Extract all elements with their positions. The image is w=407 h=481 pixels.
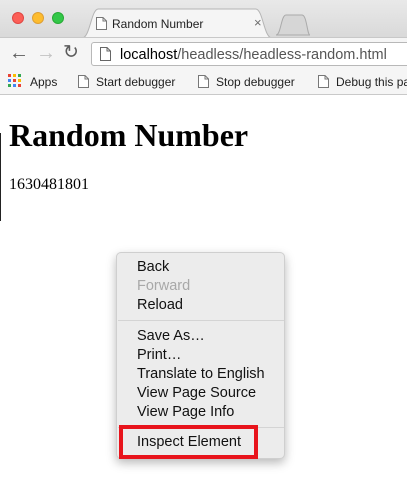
random-number-value: 1630481801 (9, 176, 89, 193)
tab-title: Random Number (112, 17, 204, 31)
url-text[interactable]: localhost/headless/headless-random.html (120, 47, 387, 63)
menu-item-back[interactable]: Back (137, 259, 169, 275)
page-icon (198, 75, 209, 88)
page-edge-line (0, 133, 1, 221)
page-icon (96, 17, 107, 30)
menu-item-view-page-info[interactable]: View Page Info (137, 404, 234, 420)
bookmarks-bar: Apps Start debugger Stop debugger Debug … (0, 70, 407, 95)
bookmark-label: Stop debugger (216, 75, 295, 89)
bookmark-label: Start debugger (96, 75, 176, 89)
menu-item-view-page-source[interactable]: View Page Source (137, 385, 256, 401)
menu-item-forward: Forward (137, 278, 191, 294)
reload-icon[interactable]: ↻ (63, 43, 79, 63)
title-bar: Random Number × (0, 0, 407, 38)
apps-grid-icon (8, 74, 22, 88)
page-icon (318, 75, 329, 88)
menu-item-reload[interactable]: Reload (137, 297, 183, 313)
bookmark-label: Debug this pa (336, 75, 407, 89)
page-icon (100, 47, 111, 61)
menu-item-translate[interactable]: Translate to English (137, 366, 265, 382)
window-close-button[interactable] (12, 12, 24, 24)
tab-random-number[interactable]: Random Number × (82, 8, 272, 38)
window-minimize-button[interactable] (32, 12, 44, 24)
menu-separator (118, 320, 284, 321)
new-tab-button[interactable] (276, 14, 310, 36)
back-icon[interactable]: ← (9, 43, 29, 63)
forward-icon[interactable]: → (36, 43, 56, 63)
window-zoom-button[interactable] (52, 12, 64, 24)
close-tab-icon[interactable]: × (254, 15, 262, 30)
url-host: localhost (120, 47, 178, 63)
navigation-toolbar: ← → ↻ localhost/headless/headless-random… (0, 37, 407, 70)
page-heading: Random Number (9, 117, 249, 153)
menu-item-save-as[interactable]: Save As… (137, 328, 205, 344)
page-icon (78, 75, 89, 88)
url-path: /headless/headless-random.html (177, 47, 387, 63)
bookmark-label: Apps (30, 75, 58, 89)
menu-item-print[interactable]: Print… (137, 347, 181, 363)
inspect-element-highlight (119, 425, 258, 459)
address-bar[interactable]: localhost/headless/headless-random.html (91, 42, 407, 66)
